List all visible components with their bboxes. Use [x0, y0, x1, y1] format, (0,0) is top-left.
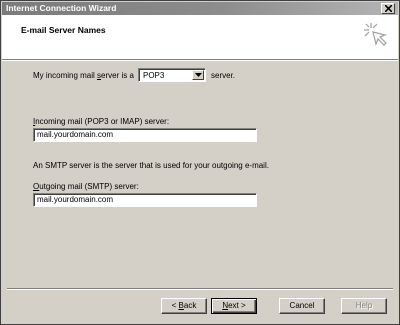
incoming-server-input[interactable]: mail.yourdomain.com	[33, 128, 257, 142]
header-divider-highlight	[2, 60, 398, 61]
wizard-sparkle-icon	[364, 23, 387, 46]
server-type-select[interactable]: POP3	[138, 68, 206, 82]
button-area-divider-highlight	[7, 289, 393, 290]
window-title: Internet Connection Wizard	[6, 3, 117, 13]
outgoing-server-label: Outgoing mail (SMTP) server:	[33, 182, 139, 191]
smtp-explanation-text: An SMTP server is the server that is use…	[33, 161, 269, 170]
chevron-down-icon	[195, 73, 202, 77]
server-suffix-label: server.	[211, 71, 236, 80]
wizard-window: Internet Connection Wizard E-mail Server…	[0, 0, 400, 325]
close-button[interactable]	[381, 3, 395, 14]
close-icon	[385, 5, 392, 12]
title-bar[interactable]: Internet Connection Wizard	[2, 2, 398, 15]
outgoing-server-input[interactable]: mail.yourdomain.com	[33, 193, 257, 207]
cancel-button[interactable]: Cancel	[279, 298, 325, 314]
incoming-server-label: Incoming mail (POP3 or IMAP) server:	[33, 117, 170, 126]
page-title: E-mail Server Names	[21, 25, 106, 35]
server-type-value: POP3	[143, 71, 165, 80]
help-button[interactable]: Help	[341, 298, 387, 314]
wizard-header: E-mail Server Names	[2, 15, 398, 59]
server-type-dropdown-button[interactable]	[192, 70, 204, 80]
next-button[interactable]: Next >	[211, 298, 257, 314]
incoming-server-type-label: My incoming mail server is a	[33, 71, 134, 80]
back-button[interactable]: < Back	[161, 298, 207, 314]
